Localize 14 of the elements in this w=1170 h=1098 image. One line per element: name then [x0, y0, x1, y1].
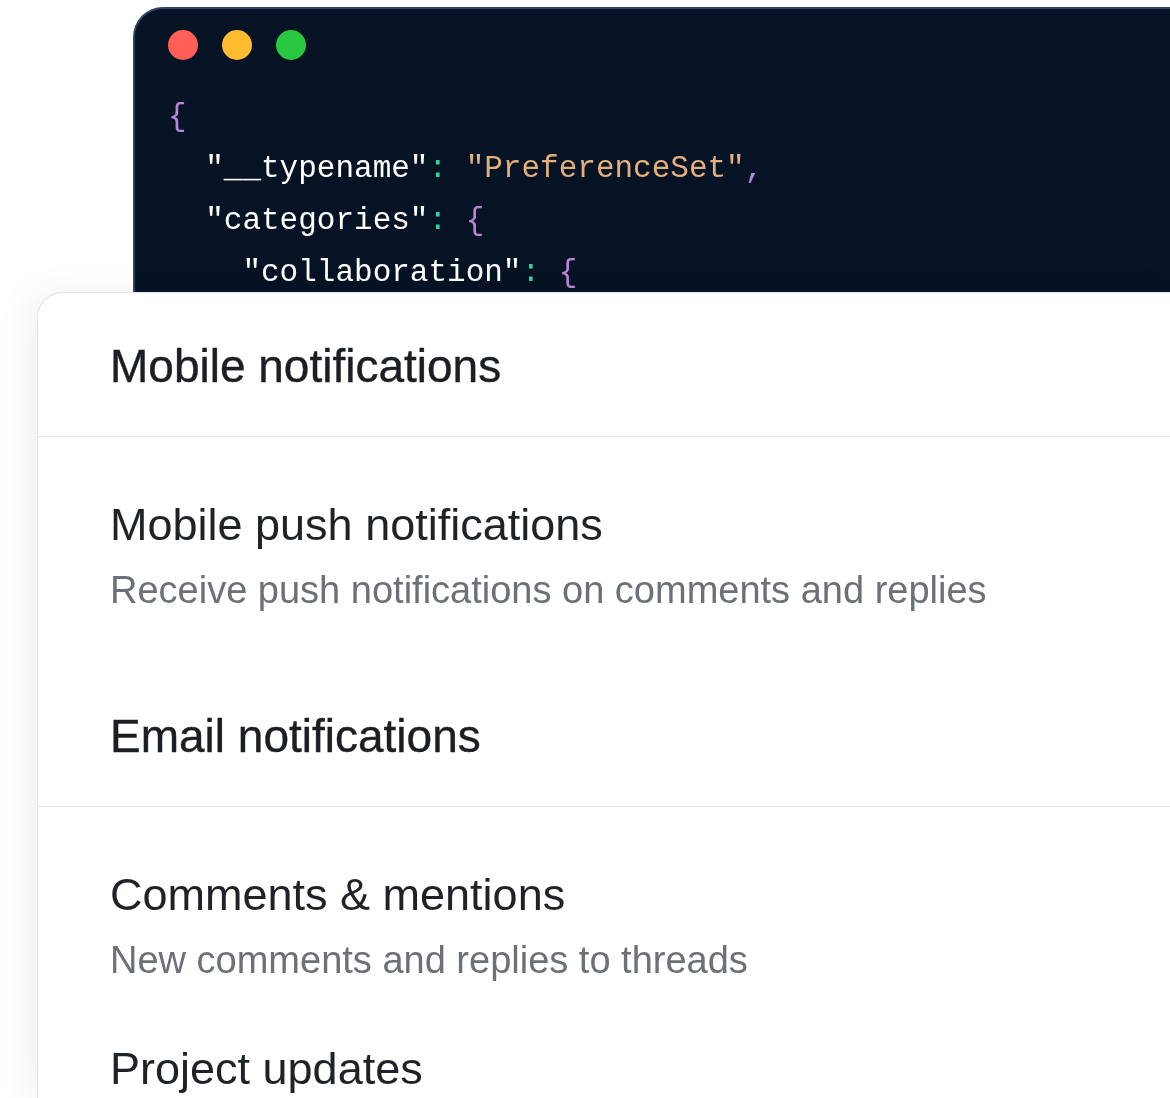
minimize-button[interactable] [222, 30, 252, 60]
section-heading: Email notifications [110, 709, 481, 764]
close-button[interactable] [168, 30, 198, 60]
setting-title: Comments & mentions [110, 868, 566, 922]
zoom-button[interactable] [276, 30, 306, 60]
setting-title: Project updates [110, 1042, 423, 1096]
code-line: "collaboration": { [242, 255, 578, 291]
code-line: "__typename": "PreferenceSet", [205, 151, 764, 187]
code-line: { [168, 99, 187, 135]
setting-description: New comments and replies to threads [110, 938, 748, 983]
section-heading: Mobile notifications [110, 339, 502, 394]
setting-description: Receive push notifications on comments and replies [110, 568, 987, 613]
setting-title: Mobile push notifications [110, 498, 603, 552]
code-line: "categories": { [205, 203, 485, 239]
